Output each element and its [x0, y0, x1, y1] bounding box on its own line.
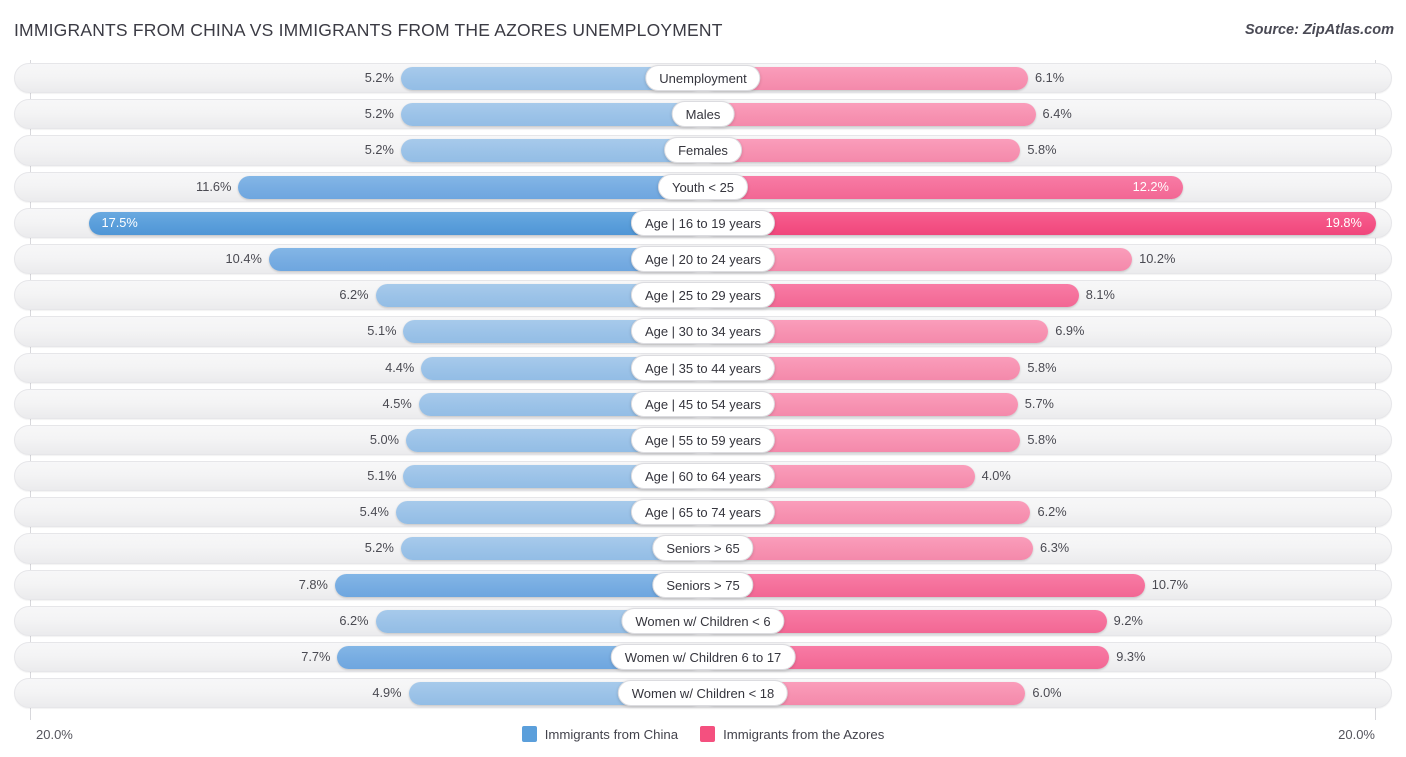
bar-left-china[interactable] — [400, 103, 703, 127]
bar-right-value-label: 6.2% — [1037, 504, 1067, 520]
bar-right-value-label: 5.8% — [1027, 431, 1057, 447]
row-label-pill: Males — [671, 101, 735, 128]
bar-left-value-label: 5.1% — [367, 468, 397, 484]
chart-row: 5.2% 6.1% Unemployment — [0, 60, 1406, 96]
bar-left-value-label: 4.9% — [372, 685, 402, 701]
legend-swatch-icon — [521, 726, 537, 742]
bar-right-azores[interactable] — [703, 139, 1021, 163]
row-label-pill: Age | 45 to 54 years — [630, 390, 776, 417]
chart-row: 5.2% 6.3% Seniors > 65 — [0, 530, 1406, 566]
chart-row: 11.6% 12.2% Youth < 25 — [0, 169, 1406, 205]
chart-row: 4.4% 5.8% Age | 35 to 44 years — [0, 350, 1406, 386]
row-label-pill: Age | 25 to 29 years — [630, 282, 776, 309]
bar-right-value-label: 6.4% — [1042, 106, 1072, 122]
legend-swatch-icon — [700, 726, 716, 742]
chart-row: 5.2% 6.4% Males — [0, 96, 1406, 132]
bar-right-value-label: 5.8% — [1027, 142, 1057, 158]
row-label-pill: Youth < 25 — [657, 173, 749, 200]
bar-right-value-label: 4.0% — [981, 468, 1011, 484]
bar-right-value-label: 6.1% — [1034, 70, 1065, 85]
chart-row: 5.4% 6.2% Age | 65 to 74 years — [0, 494, 1406, 530]
chart-row: 4.9% 6.0% Women w/ Children < 18 — [0, 675, 1406, 711]
row-label-pill: Age | 30 to 34 years — [630, 318, 776, 345]
chart-row: 6.2% 8.1% Age | 25 to 29 years — [0, 277, 1406, 313]
bar-right-azores[interactable] — [703, 103, 1036, 127]
bar-left-value-label: 5.2% — [364, 142, 394, 158]
legend-label: Immigrants from the Azores — [723, 726, 885, 742]
bar-left-value-label: 4.5% — [382, 395, 412, 411]
row-label-pill: Women w/ Children < 6 — [621, 607, 785, 634]
bar-right-azores[interactable] — [703, 175, 1183, 199]
bar-right-value-label: 5.7% — [1024, 395, 1054, 411]
bar-right-value-label: 9.3% — [1116, 649, 1146, 664]
source-attribution: Source: ZipAtlas.com — [1244, 22, 1394, 38]
bar-left-value-label: 5.2% — [364, 540, 394, 556]
bar-right-value-label: 6.0% — [1032, 685, 1062, 701]
legend-item[interactable]: Immigrants from China — [521, 726, 679, 742]
chart-row: 7.8% 10.7% Seniors > 75 — [0, 567, 1406, 603]
chart-row: 5.1% 6.9% Age | 30 to 34 years — [0, 313, 1406, 349]
bar-left-value-label: 17.5% — [101, 214, 138, 230]
bar-right-value-label: 19.8% — [1325, 214, 1362, 230]
bar-right-value-label: 8.1% — [1085, 287, 1115, 303]
bar-left-value-label: 7.7% — [301, 649, 331, 664]
bar-right-value-label: 10.7% — [1151, 576, 1189, 592]
bar-left-value-label: 5.2% — [364, 106, 394, 122]
bar-left-value-label: 6.2% — [339, 287, 369, 303]
row-label-pill: Females — [664, 137, 742, 164]
bar-right-value-label: 6.9% — [1055, 323, 1085, 339]
row-label-pill: Age | 16 to 19 years — [630, 209, 776, 236]
row-label-pill: Age | 55 to 59 years — [630, 426, 776, 453]
chart-page: IMMIGRANTS FROM CHINA VS IMMIGRANTS FROM… — [0, 0, 1406, 757]
bar-left-value-label: 5.1% — [367, 323, 397, 339]
row-label-pill: Age | 60 to 64 years — [630, 463, 776, 490]
bar-right-value-label: 9.2% — [1113, 612, 1143, 628]
page-title: IMMIGRANTS FROM CHINA VS IMMIGRANTS FROM… — [14, 20, 723, 40]
chart-legend: Immigrants from China Immigrants from the… — [0, 726, 1406, 742]
bar-left-value-label: 10.4% — [225, 250, 262, 266]
row-label-pill: Seniors > 65 — [652, 535, 754, 562]
bar-right-azores[interactable] — [703, 573, 1145, 597]
bar-left-china[interactable] — [400, 139, 703, 163]
bar-right-value-label: 5.8% — [1027, 359, 1057, 375]
row-label-pill: Women w/ Children < 18 — [617, 680, 789, 707]
chart-plot-area: 5.2% 6.1% Unemployment 5.2% 6.4% Males 5.2% 5.8… — [0, 60, 1406, 720]
bar-left-value-label: 11.6% — [196, 178, 232, 194]
chart-row: 5.0% 5.8% Age | 55 to 59 years — [0, 422, 1406, 458]
bar-left-value-label: 5.4% — [359, 504, 389, 520]
row-label-pill: Age | 65 to 74 years — [630, 499, 776, 526]
chart-footer: 20.0% 20.0% Immigrants from China Immigra… — [0, 718, 1406, 757]
chart-row: 5.2% 5.8% Females — [0, 132, 1406, 168]
bar-left-value-label: 7.8% — [298, 576, 328, 592]
chart-row: 4.5% 5.7% Age | 45 to 54 years — [0, 386, 1406, 422]
bar-left-value-label: 4.4% — [385, 359, 415, 375]
bar-right-value-label: 6.3% — [1040, 540, 1070, 556]
bar-left-china[interactable] — [238, 175, 703, 199]
chart-rows: 5.2% 6.1% Unemployment 5.2% 6.4% Males 5.2% 5.8… — [0, 60, 1406, 711]
bar-left-china[interactable] — [88, 211, 703, 235]
chart-row: 7.7% 9.3% Women w/ Children 6 to 17 — [0, 639, 1406, 675]
bar-left-value-label: 5.2% — [364, 70, 394, 85]
bar-right-value-label: 12.2% — [1132, 178, 1169, 194]
bar-right-azores[interactable] — [703, 211, 1376, 235]
row-label-pill: Women w/ Children 6 to 17 — [610, 644, 796, 670]
chart-row: 5.1% 4.0% Age | 60 to 64 years — [0, 458, 1406, 494]
bar-right-value-label: 10.2% — [1139, 250, 1176, 266]
row-label-pill: Age | 20 to 24 years — [630, 245, 776, 272]
legend-label: Immigrants from China — [544, 726, 679, 742]
bar-left-china[interactable] — [334, 573, 703, 597]
row-label-pill: Seniors > 75 — [652, 571, 754, 598]
bar-left-value-label: 5.0% — [369, 431, 399, 447]
bar-left-value-label: 6.2% — [339, 612, 369, 628]
chart-row: 17.5% 19.8% Age | 16 to 19 years — [0, 205, 1406, 241]
legend-item[interactable]: Immigrants from the Azores — [700, 726, 884, 742]
chart-row: 10.4% 10.2% Age | 20 to 24 years — [0, 241, 1406, 277]
row-label-pill: Unemployment — [645, 65, 761, 91]
chart-row: 6.2% 9.2% Women w/ Children < 6 — [0, 603, 1406, 639]
row-label-pill: Age | 35 to 44 years — [630, 354, 776, 381]
